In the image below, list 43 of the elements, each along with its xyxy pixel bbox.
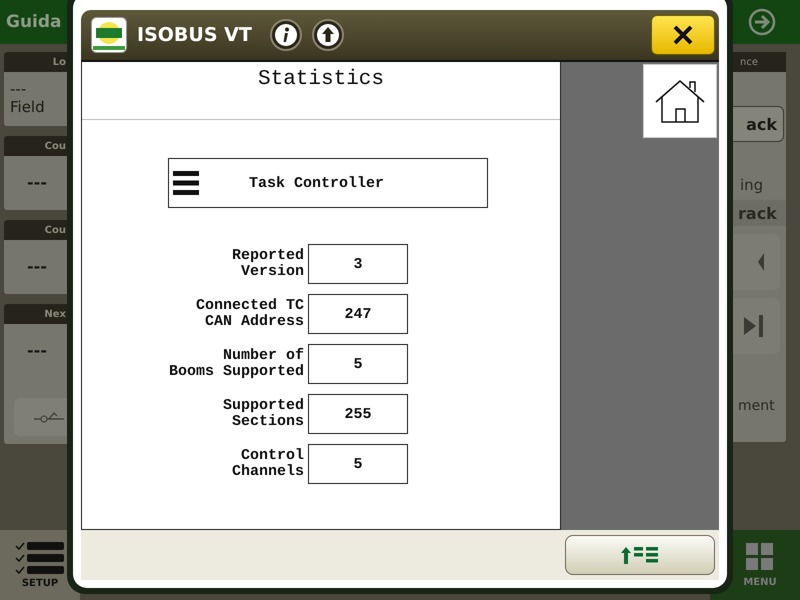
guidance-button[interactable]	[14, 398, 70, 436]
stat-label: Connected TC CAN Address	[194, 298, 304, 330]
stat-label: Reported Version	[230, 248, 304, 280]
stat-label: Supported Sections	[222, 398, 304, 430]
stat-value: 5	[308, 444, 408, 484]
stat-value: 247	[308, 294, 408, 334]
info-button[interactable]	[270, 19, 302, 51]
grid-icon	[746, 542, 774, 570]
arrow-right-icon[interactable]	[748, 8, 776, 36]
home-icon	[654, 78, 706, 124]
arrow-up-icon	[316, 23, 340, 47]
stat-label: Control Channels	[230, 448, 304, 480]
track-icon	[34, 410, 64, 424]
screen-title: Guida	[6, 12, 62, 32]
checklist-icon	[15, 541, 65, 575]
stat-value: 5	[308, 344, 408, 384]
upload-button[interactable]	[312, 19, 344, 51]
close-button[interactable]	[651, 15, 715, 55]
stat-label: Number of Booms Supported	[168, 348, 304, 380]
panel-text: ment	[738, 398, 775, 414]
menu-icon	[173, 170, 199, 196]
arrow-list-icon	[621, 545, 659, 565]
card-header: Cou	[4, 136, 70, 156]
card-value: ---	[10, 80, 26, 98]
close-icon	[673, 25, 693, 45]
dialog-title: ISOBUS VT	[137, 24, 252, 46]
skip-icon	[744, 315, 764, 337]
stat-value: 255	[308, 394, 408, 434]
card-value: ---	[27, 256, 47, 276]
card-value: ---	[27, 172, 47, 192]
logo-icon	[91, 17, 127, 53]
card-header: Nex	[4, 304, 70, 324]
page-title: Statistics	[258, 68, 384, 93]
info-icon	[274, 23, 298, 47]
status-text: ing	[740, 176, 764, 194]
card-header: Lo	[4, 52, 70, 72]
sort-button[interactable]	[565, 535, 715, 575]
stat-value: 3	[308, 244, 408, 284]
section-selector[interactable]: Task Controller	[168, 158, 488, 208]
card-value: ---	[27, 340, 47, 360]
home-button[interactable]	[643, 64, 717, 138]
card-value: Field	[10, 98, 45, 116]
card-header: Cou	[4, 220, 70, 240]
